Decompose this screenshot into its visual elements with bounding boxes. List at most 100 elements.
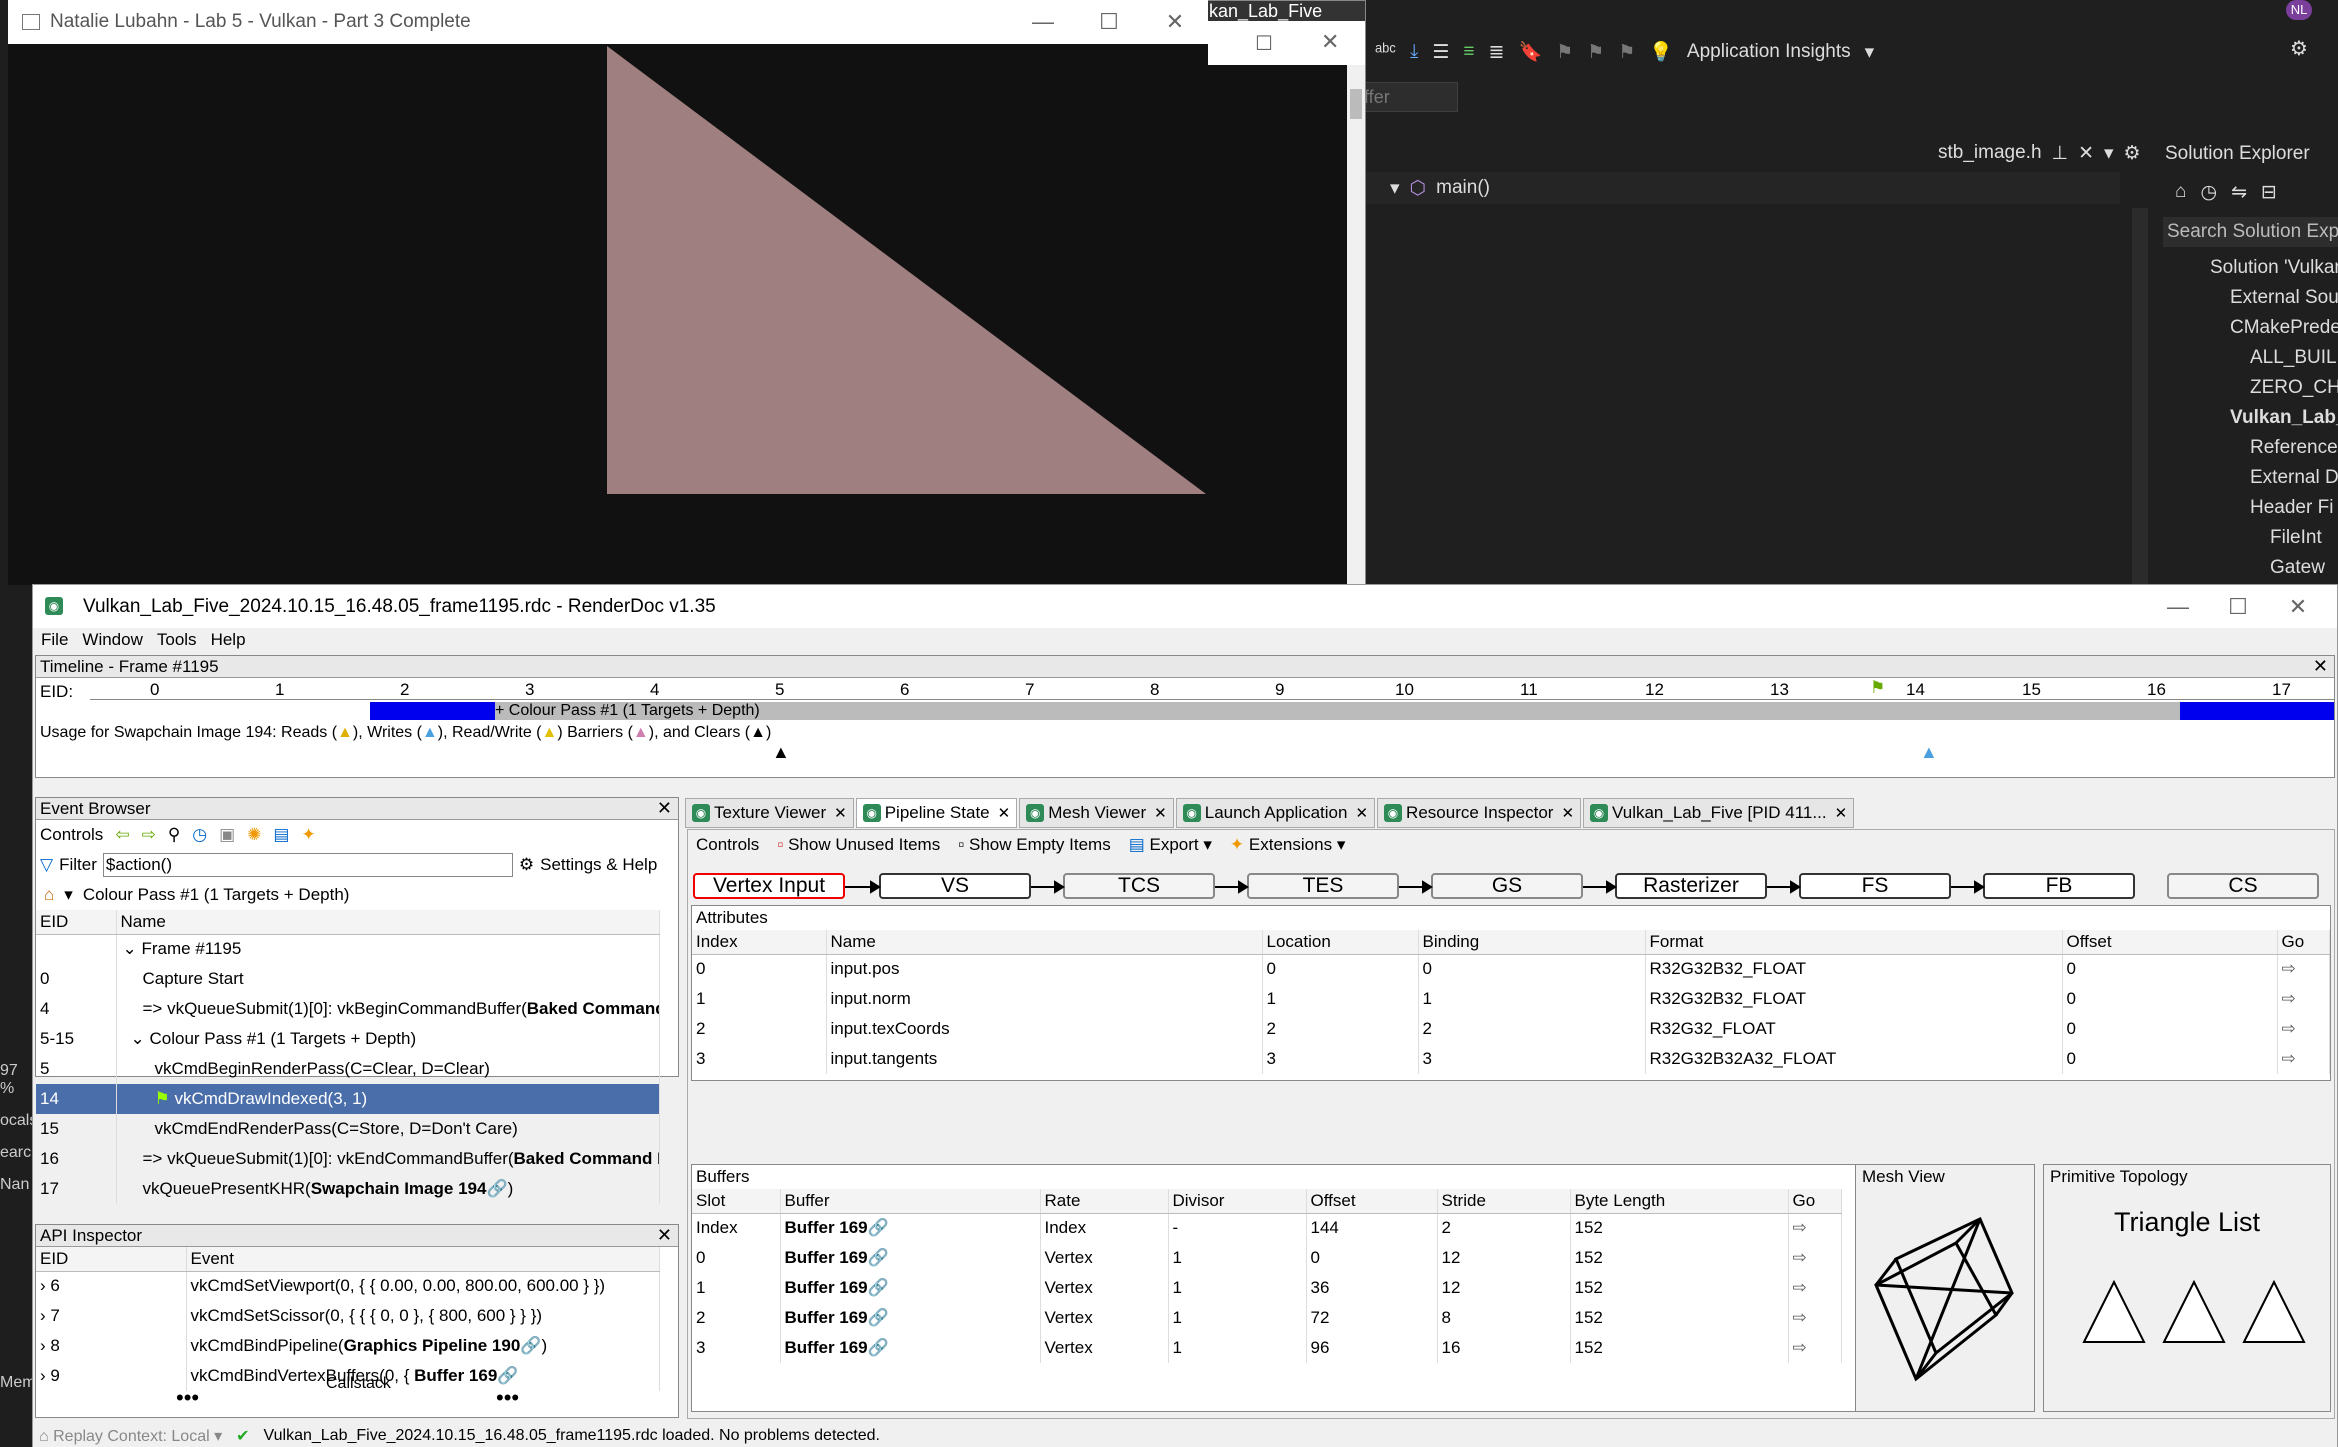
link-icon[interactable]: 🔗 <box>868 1338 889 1357</box>
close-button[interactable]: ✕ <box>2263 585 2333 629</box>
bookmark-icon[interactable]: 🔖 <box>1518 40 1542 64</box>
write-event-marker-icon[interactable]: ▲ <box>1920 742 1938 763</box>
name-tab[interactable]: Nan <box>0 1176 32 1194</box>
col-slot[interactable]: Slot <box>692 1189 781 1214</box>
table-row[interactable]: 1 input.norm 1 1 R32G32B32_FLOAT 0 ⇨ <box>692 984 2330 1014</box>
go-arrow-icon[interactable]: ⇨ <box>2277 1044 2330 1074</box>
link-icon[interactable]: 🔗 <box>868 1248 889 1267</box>
table-row[interactable]: 2 Buffer 169🔗 Vertex 1 72 8 152 ⇨ <box>692 1303 1842 1333</box>
tree-item[interactable]: External Sour <box>2230 283 2338 313</box>
table-row[interactable]: 3 Buffer 169🔗 Vertex 1 96 16 152 ⇨ <box>692 1333 1842 1363</box>
tab-texture-viewer[interactable]: ◉ Texture Viewer ✕ <box>685 798 854 828</box>
tree-item[interactable]: Vulkan_Lab_ <box>2230 403 2338 433</box>
chevron-down-icon[interactable]: ▾ <box>64 885 73 905</box>
close-icon[interactable]: ✕ <box>834 804 847 822</box>
link-icon[interactable]: 🔗 <box>520 1336 541 1355</box>
tab-mesh-viewer[interactable]: ◉ Mesh Viewer ✕ <box>1019 798 1174 828</box>
home-icon[interactable]: ⌂ <box>44 885 54 905</box>
home-icon[interactable]: ⌂ <box>2175 181 2186 203</box>
maximize-button[interactable]: ☐ <box>1255 31 1273 56</box>
go-arrow-icon[interactable]: ⇨ <box>2277 954 2330 984</box>
col-byte-length[interactable]: Byte Length <box>1570 1189 1789 1214</box>
filter-input[interactable]: $action() <box>102 853 513 877</box>
bookmark-next-icon[interactable]: ⚑ <box>1587 41 1604 64</box>
colour-pass-bar[interactable]: + Colour Pass #1 (1 Targets + Depth) <box>370 702 2334 720</box>
table-row[interactable]: › 7 vkCmdSetScissor(0, { { { 0, 0 }, { 80… <box>36 1301 660 1331</box>
minimize-button[interactable]: — <box>1008 0 1078 44</box>
col-go[interactable]: Go <box>1788 1189 1842 1214</box>
col-location[interactable]: Location <box>1262 930 1419 955</box>
col-eid[interactable]: EID <box>36 1247 187 1272</box>
show-empty-button[interactable]: ▫ Show Empty Items <box>958 835 1110 855</box>
back-arrow-icon[interactable]: ⇦ <box>115 825 129 845</box>
col-index[interactable]: Index <box>692 930 827 955</box>
chevron-down-icon[interactable]: ⌄ <box>123 939 137 958</box>
solution-search[interactable]: Search Solution Explo <box>2163 217 2338 247</box>
link-icon[interactable]: 🔗 <box>497 1366 518 1385</box>
tree-item[interactable]: Solution 'Vulkan <box>2210 253 2338 283</box>
bookmark-clear-icon[interactable]: ⚑ <box>1618 41 1635 64</box>
chevron-down-icon[interactable]: ▾ <box>1203 835 1212 854</box>
maximize-button[interactable]: ☐ <box>1074 0 1144 44</box>
go-arrow-icon[interactable]: ⇨ <box>2277 984 2330 1014</box>
history-icon[interactable]: ◷ <box>2200 181 2217 204</box>
app-insights-button[interactable]: Application Insights <box>1687 41 1851 63</box>
table-row[interactable]: 0 input.pos 0 0 R32G32B32_FLOAT 0 ⇨ <box>692 954 2330 984</box>
go-arrow-icon[interactable]: ⇨ <box>1788 1243 1842 1273</box>
menu-tools[interactable]: Tools <box>157 630 197 650</box>
timer-icon[interactable]: ◷ <box>192 825 207 845</box>
find-icon[interactable]: ⚲ <box>168 825 180 845</box>
tree-item[interactable]: Gatew <box>2270 553 2325 583</box>
sync-icon[interactable]: ⇋ <box>2231 181 2247 204</box>
gear-icon[interactable]: ⚙ <box>2124 142 2141 165</box>
tree-item[interactable]: External D <box>2250 463 2338 493</box>
col-format[interactable]: Format <box>1645 930 2063 955</box>
chevron-down-icon[interactable]: ▾ <box>1390 177 1400 200</box>
menu-help[interactable]: Help <box>211 630 246 650</box>
save-icon[interactable]: ▤ <box>273 825 289 845</box>
go-arrow-icon[interactable]: ⇨ <box>2277 1014 2330 1044</box>
link-icon[interactable]: 🔗 <box>868 1308 889 1327</box>
export-button[interactable]: ▤ Export ▾ <box>1129 835 1212 855</box>
table-row[interactable]: 0 Capture Start <box>36 964 660 994</box>
go-arrow-icon[interactable]: ⇨ <box>1788 1333 1842 1363</box>
table-row[interactable]: 17 vkQueuePresentKHR(Swapchain Image 194🔗… <box>36 1174 660 1204</box>
tree-item[interactable]: ALL_BUILD <box>2250 343 2338 373</box>
link-icon[interactable]: 🔗 <box>868 1278 889 1297</box>
bookmark-prev-icon[interactable]: ⚑ <box>1556 41 1573 64</box>
uncomment-icon[interactable]: ≣ <box>1489 41 1505 64</box>
table-row[interactable]: ⌄ Frame #1195 <box>36 934 660 964</box>
close-icon[interactable]: ✕ <box>2313 656 2328 677</box>
stage-vertex-input[interactable]: Vertex Input <box>693 873 845 899</box>
close-icon[interactable]: ✕ <box>998 804 1011 822</box>
link-icon[interactable]: 🔗 <box>486 1179 507 1198</box>
col-offset[interactable]: Offset <box>2062 930 2278 955</box>
col-eid[interactable]: EID <box>36 910 117 935</box>
step-icon[interactable]: ⤓ <box>1410 41 1418 63</box>
close-icon[interactable]: ✕ <box>1835 804 1848 822</box>
link-icon[interactable]: 🔗 <box>868 1218 889 1237</box>
timeline-ruler[interactable]: 0 1 2 3 4 5 6 7 8 9 10 11 12 13 14 15 16… <box>90 678 2334 700</box>
spellcheck-icon[interactable]: ᵃᵇᶜ <box>1375 41 1396 63</box>
live-share-icon[interactable]: ⚙ <box>2290 36 2308 61</box>
gear-icon[interactable]: ⚙ <box>519 855 534 875</box>
table-row[interactable]: 5-15 ⌄ Colour Pass #1 (1 Targets + Depth) <box>36 1024 660 1054</box>
close-icon[interactable]: ✕ <box>1355 804 1368 822</box>
tab-resource-inspector[interactable]: ◉ Resource Inspector ✕ <box>1377 798 1582 828</box>
highlight-icon[interactable]: ✺ <box>247 825 261 845</box>
go-arrow-icon[interactable]: ⇨ <box>1788 1213 1842 1243</box>
table-row[interactable]: Index Buffer 169🔗 Index -144 2 152 ⇨ <box>692 1213 1842 1243</box>
col-name[interactable]: Name <box>116 910 660 935</box>
chevron-down-icon[interactable]: ▾ <box>1337 835 1346 854</box>
star-icon[interactable]: ✦ <box>301 825 315 845</box>
tab-target-process[interactable]: ◉ Vulkan_Lab_Five [PID 411... ✕ <box>1583 798 1855 828</box>
close-icon[interactable]: ✕ <box>2078 142 2094 165</box>
format-icon[interactable]: ☰ <box>1432 41 1449 64</box>
tree-item[interactable]: CMakePrede <box>2230 313 2338 343</box>
callstack-toggle[interactable]: Callstack <box>326 1375 391 1393</box>
chevron-down-icon[interactable]: ▾ <box>1865 41 1875 64</box>
tree-item[interactable]: Header Fi <box>2250 493 2333 523</box>
pin-icon[interactable]: ⊥ <box>2052 142 2069 165</box>
locals-tab[interactable]: ocals <box>0 1112 37 1130</box>
splitter-dots-left[interactable]: ••• <box>176 1385 199 1411</box>
